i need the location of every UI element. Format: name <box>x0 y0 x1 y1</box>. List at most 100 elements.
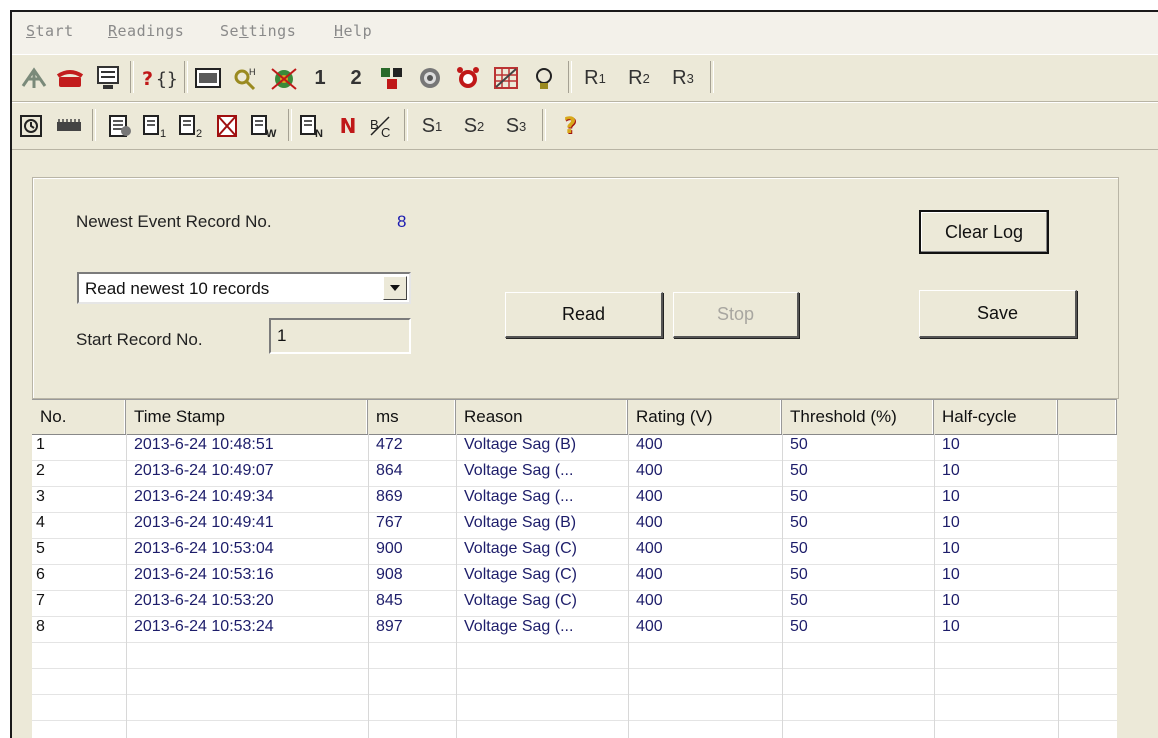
menu-help-post: elp <box>343 22 373 40</box>
page-1-button[interactable]: 1 <box>306 63 334 93</box>
cell-reason: Voltage Sag (B) <box>464 436 577 453</box>
table-row <box>32 669 1117 695</box>
cell-threshold: 50 <box>790 488 808 505</box>
target-icon[interactable] <box>414 63 446 93</box>
table-row[interactable]: 2 2013-6-24 10:49:07 864 Voltage Sag (... 40… <box>32 461 1117 487</box>
column-ms[interactable]: ms <box>368 400 456 434</box>
svg-text:C: C <box>381 125 390 139</box>
event-records-table: No. Time Stamp ms Reason Rating (V) Thre… <box>32 399 1117 738</box>
help-query-icon[interactable]: ?{} <box>138 63 178 93</box>
chevron-down-icon[interactable] <box>383 276 407 300</box>
display-icon[interactable] <box>192 63 224 93</box>
read-button[interactable]: Read <box>505 292 663 338</box>
menu-start[interactable]: Start <box>26 22 74 40</box>
cell-half-cycle: 10 <box>942 592 960 609</box>
cell-time-stamp: 2013-6-24 10:53:04 <box>134 540 274 557</box>
record-n-icon[interactable]: N <box>296 111 330 141</box>
column-reason[interactable]: Reason <box>456 400 628 434</box>
column-divider <box>782 434 783 738</box>
svg-text:H: H <box>249 67 256 77</box>
table-row[interactable]: 5 2013-6-24 10:53:04 900 Voltage Sag (C) 400… <box>32 539 1117 565</box>
record-delete-icon[interactable] <box>212 111 244 141</box>
svg-text:B: B <box>370 117 379 132</box>
toolbar-separator <box>710 61 714 93</box>
s1-button[interactable]: S1 <box>414 111 450 141</box>
start-record-input[interactable]: 1 <box>269 318 411 354</box>
column-blank[interactable] <box>1058 400 1117 434</box>
cell-ms: 767 <box>376 514 403 531</box>
cell-half-cycle: 10 <box>942 540 960 557</box>
table-row[interactable]: 6 2013-6-24 10:53:16 908 Voltage Sag (C) 400… <box>32 565 1117 591</box>
table-row[interactable]: 7 2013-6-24 10:53:20 845 Voltage Sag (C) 400… <box>32 591 1117 617</box>
svg-text:?: ? <box>142 68 153 90</box>
record-icon[interactable] <box>104 111 136 141</box>
cell-ms: 908 <box>376 566 403 583</box>
column-threshold[interactable]: Threshold (%) <box>782 400 934 434</box>
table-row[interactable]: 4 2013-6-24 10:49:41 767 Voltage Sag (B) 400… <box>32 513 1117 539</box>
cell-ms: 845 <box>376 592 403 609</box>
page-2-button[interactable]: 2 <box>342 63 370 93</box>
save-button[interactable]: Save <box>919 290 1077 338</box>
bulb-icon[interactable] <box>528 63 560 93</box>
key-icon[interactable]: H <box>230 63 262 93</box>
r1-button[interactable]: R1 <box>576 63 614 93</box>
alarm-clock-icon[interactable] <box>452 63 484 93</box>
r1-sub: 1 <box>598 70 606 86</box>
menu-readings-post: eadings <box>117 22 185 40</box>
toolbar-readings: ?{} H 1 2 R1 R2 R3 <box>12 54 1158 102</box>
cell-ms: 897 <box>376 618 403 635</box>
cell-ms: 869 <box>376 488 403 505</box>
table-row[interactable]: 3 2013-6-24 10:49:34 869 Voltage Sag (... 40… <box>32 487 1117 513</box>
column-rating[interactable]: Rating (V) <box>628 400 782 434</box>
menu-help[interactable]: Help <box>334 22 372 40</box>
record-w-icon[interactable]: W <box>248 111 280 141</box>
network-icon[interactable] <box>268 63 300 93</box>
toolbar-separator <box>568 61 572 93</box>
r2-button[interactable]: R2 <box>620 63 658 93</box>
cell-rating: 400 <box>636 618 663 635</box>
r3-button[interactable]: R3 <box>664 63 702 93</box>
cell-no: 8 <box>36 618 45 635</box>
cell-half-cycle: 10 <box>942 566 960 583</box>
record-c-icon[interactable]: BC <box>366 111 398 141</box>
s3-button[interactable]: S3 <box>498 111 534 141</box>
newest-record-value: 8 <box>397 212 407 231</box>
read-mode-select[interactable]: Read newest 10 records <box>77 272 411 304</box>
table-row <box>32 721 1117 738</box>
help-button[interactable]: ? <box>552 111 588 141</box>
clock-icon[interactable] <box>16 111 46 141</box>
n-button[interactable]: N <box>334 111 362 141</box>
column-half-cycle[interactable]: Half-cycle <box>934 400 1058 434</box>
cell-half-cycle: 10 <box>942 436 960 453</box>
cell-rating: 400 <box>636 592 663 609</box>
menu-readings[interactable]: Readings <box>108 22 184 40</box>
r1-letter: R <box>584 66 599 89</box>
phone-icon[interactable] <box>54 63 86 93</box>
toolbar-records: 1 2 W N N BC S1 S2 S3 ? <box>12 102 1158 150</box>
s2-button[interactable]: S2 <box>456 111 492 141</box>
harmonic-chart-icon[interactable] <box>490 63 522 93</box>
record-b1-icon[interactable]: 1 <box>140 111 172 141</box>
s1-sub: 1 <box>435 118 443 134</box>
table-row[interactable]: 1 2013-6-24 10:48:51 472 Voltage Sag (B) 400… <box>32 435 1117 461</box>
svg-text:N: N <box>315 128 323 139</box>
s2-sub: 2 <box>477 118 485 134</box>
transfer-icon[interactable] <box>376 63 408 93</box>
cell-half-cycle: 10 <box>942 488 960 505</box>
cell-half-cycle: 10 <box>942 462 960 479</box>
cell-reason: Voltage Sag (... <box>464 618 574 635</box>
record-b2-icon[interactable]: 2 <box>176 111 208 141</box>
antenna-icon[interactable] <box>18 63 50 93</box>
stop-button[interactable]: Stop <box>673 292 799 338</box>
column-time-stamp[interactable]: Time Stamp <box>126 400 368 434</box>
svg-text:2: 2 <box>196 128 202 139</box>
terminal-icon[interactable] <box>92 63 124 93</box>
cell-reason: Voltage Sag (C) <box>464 540 577 557</box>
column-no[interactable]: No. <box>32 400 126 434</box>
table-row[interactable]: 8 2013-6-24 10:53:24 897 Voltage Sag (... 40… <box>32 617 1117 643</box>
clear-log-button[interactable]: Clear Log <box>919 210 1049 254</box>
menu-settings[interactable]: Settings <box>220 22 296 40</box>
s1-letter: S <box>421 114 436 137</box>
memory-icon[interactable] <box>54 111 84 141</box>
cell-half-cycle: 10 <box>942 618 960 635</box>
